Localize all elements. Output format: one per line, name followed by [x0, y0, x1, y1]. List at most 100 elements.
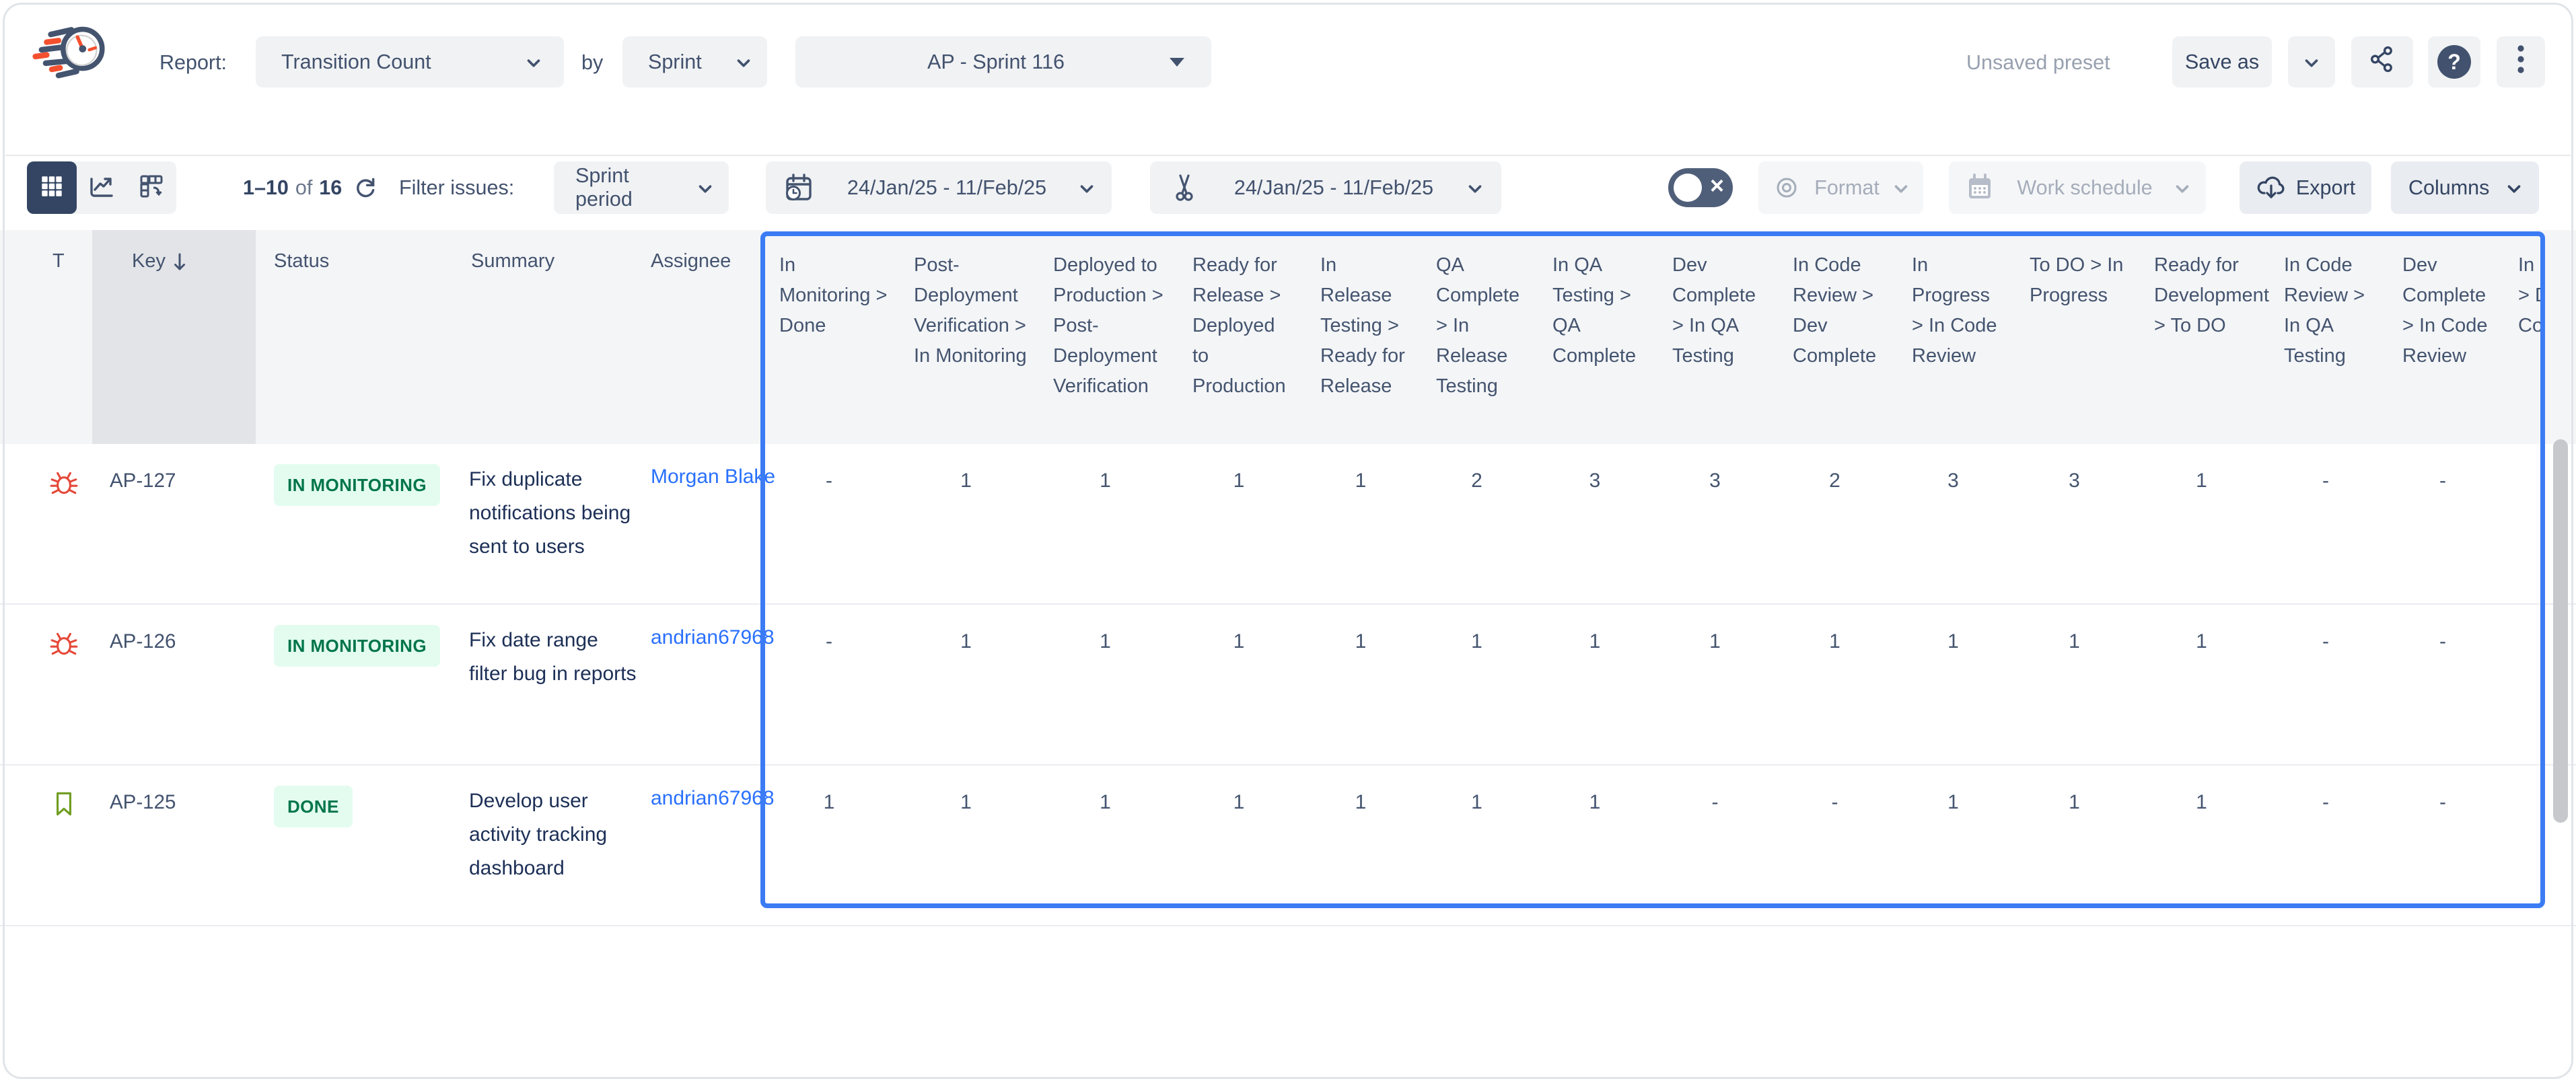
sprint-picker-dropdown[interactable]: AP - Sprint 116	[795, 36, 1211, 87]
issue-summary: Fix duplicate notifications being sent t…	[469, 463, 639, 564]
sprint-period-date-button[interactable]: 24/Jan/25 - 11/Feb/25	[766, 161, 1112, 214]
transition-column-header[interactable]: To DO > In Progress	[2012, 230, 2137, 444]
transition-count-cell: -	[2385, 766, 2501, 925]
issue-summary: Fix date range filter bug in reports	[469, 624, 639, 691]
pivot-table-icon	[137, 172, 166, 204]
transition-count-cell: 3	[1535, 444, 1655, 603]
view-switcher	[27, 161, 176, 214]
chevron-down-icon	[698, 176, 713, 200]
save-as-button[interactable]: Save as	[2172, 36, 2272, 87]
table-row: AP-125DONEDevelop user activity tracking…	[0, 766, 2576, 926]
triangle-down-icon	[1170, 58, 1184, 67]
transition-column-header[interactable]: In Monitoring > Done	[762, 230, 896, 444]
transition-count-cell: -	[2266, 605, 2385, 764]
line-chart-icon	[87, 172, 116, 204]
group-by-value: Sprint	[648, 50, 702, 74]
kebab-menu-icon	[2517, 44, 2525, 79]
scissors-icon	[1169, 172, 1200, 203]
chevron-down-icon	[526, 50, 541, 74]
transition-count-cell: 1	[2137, 444, 2266, 603]
transition-count-cell: 1	[1175, 766, 1303, 925]
transition-column-header[interactable]: Deployed to Production > Post-Deployment…	[1036, 230, 1175, 444]
transition-count-cell: 1	[896, 444, 1036, 603]
transition-count-cell: 2	[1775, 444, 1894, 603]
chevron-down-icon	[2175, 176, 2190, 200]
transition-values: -11111111111--	[762, 605, 2545, 764]
transition-count-cell: 1	[2137, 766, 2266, 925]
transition-column-header[interactable]: In Progress > In Code Review	[1894, 230, 2012, 444]
transition-column-header[interactable]: In Progress > Dev Complete	[2501, 230, 2545, 444]
column-header-key[interactable]: Key	[132, 250, 187, 278]
preset-status-label: Unsaved preset	[1966, 51, 2110, 75]
transition-column-header[interactable]: Ready for Release > Deployed to Producti…	[1175, 230, 1303, 444]
table-view-button[interactable]	[27, 161, 77, 214]
transition-column-header[interactable]: Dev Complete > In QA Testing	[1655, 230, 1775, 444]
more-menu-button[interactable]	[2497, 36, 2545, 87]
app-window: Report: Transition Count by Sprint AP - …	[0, 0, 2576, 939]
transition-count-cell: 1	[1894, 605, 2012, 764]
help-button[interactable]: ?	[2428, 36, 2480, 87]
vertical-scrollbar-thumb[interactable]	[2553, 439, 2568, 823]
transition-values: -11112332331--	[762, 444, 2545, 603]
transition-count-cell: 1	[1419, 605, 1535, 764]
export-button[interactable]: Export	[2240, 161, 2371, 214]
refresh-icon[interactable]	[353, 175, 378, 200]
transition-count-cell: -	[762, 605, 896, 764]
key-header-label: Key	[132, 250, 166, 272]
status-badge: IN MONITORING	[274, 625, 440, 667]
transition-column-header[interactable]: Post-Deployment Verification > In Monito…	[896, 230, 1036, 444]
transition-column-header[interactable]: In Code Review > Dev Complete	[1775, 230, 1894, 444]
chevron-down-icon	[2304, 50, 2319, 74]
filter-period-dropdown[interactable]: Sprint period	[554, 161, 729, 214]
by-label: by	[581, 51, 603, 75]
status-badge: DONE	[274, 786, 353, 827]
trim-period-date-button[interactable]: 24/Jan/25 - 11/Feb/25	[1150, 161, 1501, 214]
share-icon	[2368, 45, 2396, 79]
transition-count-cell: 1	[1303, 444, 1419, 603]
transition-column-header[interactable]: In Release Testing > Ready for Release	[1303, 230, 1419, 444]
of-label: of	[295, 176, 312, 200]
transition-column-header[interactable]: In QA Testing > QA Complete	[1535, 230, 1655, 444]
column-header-assignee[interactable]: Assignee	[651, 250, 731, 272]
format-dropdown: Format	[1758, 161, 1923, 214]
report-type-dropdown[interactable]: Transition Count	[256, 36, 564, 87]
issue-key: AP-127	[110, 470, 176, 492]
transition-count-cell: -	[2266, 444, 2385, 603]
app-logo-clock-icon	[30, 17, 112, 99]
column-header-status[interactable]: Status	[274, 250, 329, 272]
transition-column-header[interactable]: QA Complete > In Release Testing	[1419, 230, 1535, 444]
share-button[interactable]	[2351, 36, 2413, 87]
columns-dropdown[interactable]: Columns	[2391, 161, 2539, 214]
save-options-chevron-button[interactable]	[2288, 36, 2335, 87]
status-header-label: Status	[274, 250, 329, 272]
transition-count-cell: 1	[1775, 605, 1894, 764]
transition-column-header[interactable]: Ready for Development > To DO	[2137, 230, 2266, 444]
result-count: 1–10 of 16	[243, 161, 378, 214]
columns-label: Columns	[2408, 176, 2489, 200]
report-type-value: Transition Count	[281, 50, 431, 74]
transition-count-cell: 3	[2012, 444, 2137, 603]
group-by-dropdown[interactable]: Sprint	[622, 36, 767, 87]
chevron-down-icon	[736, 50, 751, 74]
transition-column-header[interactable]: In Code Review > In QA Testing	[2266, 230, 2385, 444]
column-header-summary[interactable]: Summary	[471, 250, 554, 272]
column-header-type[interactable]: T	[52, 250, 65, 272]
bug-icon	[48, 467, 79, 501]
filter-issues-label: Filter issues:	[399, 176, 514, 200]
bug-icon	[48, 628, 79, 662]
report-label: Report:	[159, 51, 227, 75]
export-label: Export	[2296, 176, 2355, 200]
grid-view-icon	[38, 172, 66, 204]
result-total: 16	[319, 176, 342, 200]
work-schedule-label: Work schedule	[2017, 176, 2152, 200]
pivot-view-button[interactable]	[127, 161, 176, 214]
chevron-down-icon	[1894, 176, 1908, 200]
transition-count-cell: 1	[1036, 766, 1175, 925]
chevron-down-icon	[1079, 176, 1094, 200]
format-toggle[interactable]: ×	[1668, 168, 1733, 207]
transition-count-cell: 1	[1175, 444, 1303, 603]
chart-view-button[interactable]	[77, 161, 127, 214]
transition-column-header[interactable]: Dev Complete > In Code Review	[2385, 230, 2501, 444]
transition-count-cell: 1	[1303, 605, 1419, 764]
result-range: 1–10	[243, 176, 289, 200]
